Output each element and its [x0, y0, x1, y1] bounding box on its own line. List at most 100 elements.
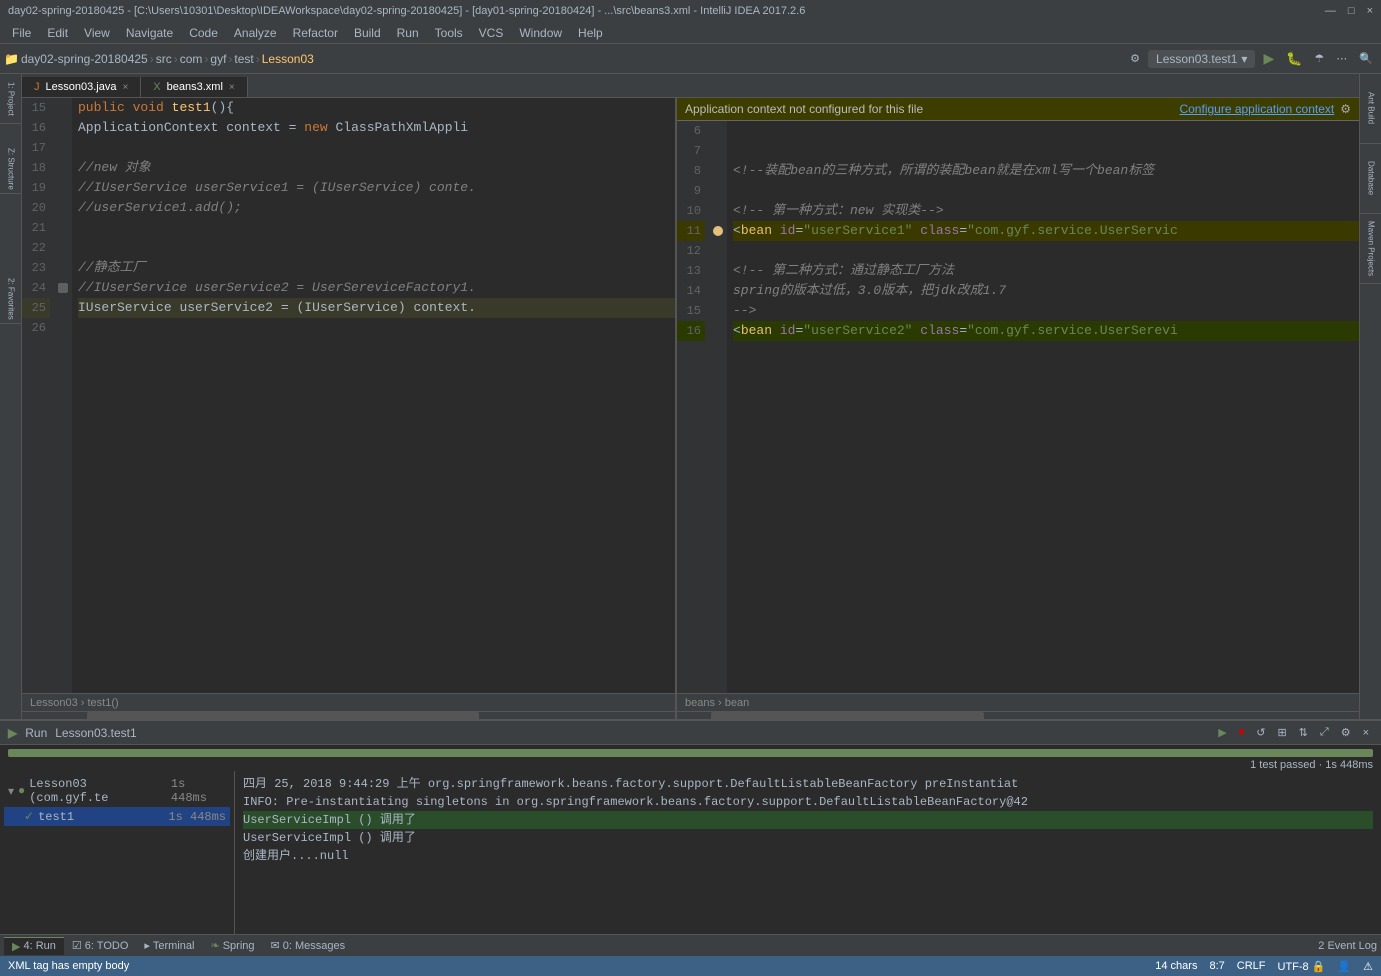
sidebar-tab-ant[interactable]: Ant Build — [1360, 74, 1381, 144]
settings-btn[interactable]: ⚙ — [1126, 50, 1144, 67]
menu-item-build[interactable]: Build — [346, 24, 389, 42]
bottom-bar: ▶ 4: Run ☑ 6: TODO ▸ Terminal ❧ Spring ✉… — [0, 934, 1381, 956]
tree-lesson03[interactable]: ▾ ● Lesson03 (com.gyf.te 1s 448ms — [4, 775, 230, 807]
minimize-btn[interactable]: — — [1325, 5, 1336, 17]
breadcrumb-lesson03[interactable]: Lesson03 — [262, 52, 314, 66]
menu-item-help[interactable]: Help — [570, 24, 611, 42]
run-expand-btn[interactable]: ⤢ — [1316, 724, 1333, 741]
xml-line-8: <!--装配bean的三种方式，所谓的装配bean就是在xml写一个bean标签 — [733, 161, 1359, 181]
java-status-bar: Lesson03 › test1() — [22, 693, 675, 711]
configure-link[interactable]: Configure application context — [1179, 102, 1334, 116]
title-bar: day02-spring-20180425 - [C:\Users\10301\… — [0, 0, 1381, 22]
tab-terminal[interactable]: ▸ Terminal — [136, 937, 202, 954]
menu-bar: FileEditViewNavigateCodeAnalyzeRefactorB… — [0, 22, 1381, 44]
xml-status-bar: beans › bean — [677, 693, 1359, 711]
menu-item-vcs[interactable]: VCS — [471, 24, 512, 42]
run-button[interactable]: ▶ — [1259, 48, 1278, 69]
run-stop-btn[interactable]: ⏹ — [1235, 724, 1249, 741]
sidebar-tab-project[interactable]: 1: Project — [0, 74, 22, 124]
xml-code-content[interactable]: <!--装配bean的三种方式，所谓的装配bean就是在xml写一个bean标签… — [727, 121, 1359, 693]
java-code-area[interactable]: 15 16 17 18 19 20 21 22 23 24 25 26 — [22, 98, 675, 693]
window-controls[interactable]: — □ × — [1325, 5, 1373, 17]
menu-item-code[interactable]: Code — [181, 24, 226, 42]
line-ending: CRLF — [1237, 960, 1266, 973]
status-left-text: XML tag has empty body — [8, 960, 129, 972]
more-run-btn[interactable]: ⋯ — [1332, 50, 1351, 67]
tree-test1-time: 1s 448ms — [168, 810, 226, 824]
run-settings-btn[interactable]: ⚙ — [1337, 724, 1355, 741]
menu-item-navigate[interactable]: Navigate — [118, 24, 181, 42]
run-output[interactable]: 四月 25, 2018 9:44:29 上午 org.springframewo… — [235, 771, 1381, 934]
sidebar-tab-structure[interactable]: Z: Structure — [0, 144, 22, 194]
xml-tab-icon: X — [153, 81, 160, 93]
menu-item-view[interactable]: View — [76, 24, 118, 42]
run-sort-btn[interactable]: ⇅ — [1295, 724, 1312, 741]
close-btn[interactable]: × — [1367, 5, 1373, 17]
xml-hscrollbar[interactable] — [677, 711, 1359, 719]
left-sidebar: 1: Project Z: Structure 2: Favorites — [0, 74, 22, 719]
menu-item-edit[interactable]: Edit — [39, 24, 76, 42]
xml-line-9 — [733, 181, 1359, 201]
status-right: 14 chars 8:7 CRLF UTF-8 🔒 👤 ⚠ — [1155, 960, 1373, 973]
menu-item-refactor[interactable]: Refactor — [285, 24, 346, 42]
run-header: ▶ Run Lesson03.test1 ▶ ⏹ ↺ ⊞ ⇅ ⤢ ⚙ × — [0, 721, 1381, 745]
sidebar-tab-maven[interactable]: Maven Projects — [1360, 214, 1381, 284]
run-tab-name[interactable]: Lesson03.test1 — [55, 726, 136, 740]
output-line-1: 四月 25, 2018 9:44:29 上午 org.springframewo… — [243, 775, 1373, 793]
editor-area: J Lesson03.java × X beans3.xml × 15 16 1… — [22, 74, 1359, 719]
xml-line-numbers: 6 7 8 9 10 11 12 13 14 15 16 — [677, 121, 709, 693]
breadcrumb-com[interactable]: com — [180, 52, 203, 66]
menu-item-tools[interactable]: Tools — [427, 24, 471, 42]
breadcrumb-src[interactable]: src — [156, 52, 172, 66]
breadcrumb-day02[interactable]: day02-spring-20180425 — [21, 52, 148, 66]
output-line-4: UserServiceImpl () 调用了 — [243, 829, 1373, 847]
breadcrumb-gyf[interactable]: gyf — [210, 52, 226, 66]
tab-todo[interactable]: ☑ 6: TODO — [64, 937, 136, 954]
debug-button[interactable]: 🐛 — [1282, 49, 1306, 69]
java-tab-label: Lesson03.java — [46, 81, 117, 93]
breadcrumb-test[interactable]: test — [234, 52, 253, 66]
sidebar-tab-database[interactable]: Database — [1360, 144, 1381, 214]
xml-tab[interactable]: X beans3.xml × — [141, 77, 247, 97]
java-tab[interactable]: J Lesson03.java × — [22, 77, 141, 97]
tree-test1[interactable]: ✓ test1 1s 448ms — [4, 807, 230, 826]
git-icon: 👤 — [1337, 960, 1351, 973]
run-close-btn[interactable]: × — [1359, 725, 1373, 741]
tree-lesson03-label: Lesson03 (com.gyf.te — [29, 777, 167, 805]
menu-item-analyze[interactable]: Analyze — [226, 24, 285, 42]
code-line-17 — [78, 138, 675, 158]
toolbar: 📁 day02-spring-20180425 › src › com › gy… — [0, 44, 1381, 74]
menu-item-run[interactable]: Run — [389, 24, 427, 42]
tab-messages[interactable]: ✉ 0: Messages — [263, 937, 354, 954]
xml-line-15: --> — [733, 301, 1359, 321]
xml-line-16: <bean id="userService2" class="com.gyf.s… — [733, 321, 1359, 341]
java-line-numbers: 15 16 17 18 19 20 21 22 23 24 25 26 — [22, 98, 54, 693]
search-everywhere-btn[interactable]: 🔍 — [1355, 50, 1377, 67]
xml-tab-close[interactable]: × — [229, 82, 235, 93]
status-bar: XML tag has empty body 14 chars 8:7 CRLF… — [0, 956, 1381, 976]
run-filter-btn[interactable]: ⊞ — [1273, 724, 1290, 741]
tree-test1-pass-icon: ✓ — [24, 809, 34, 824]
output-line-2: INFO: Pre-instantiating singletons in or… — [243, 793, 1373, 811]
java-code-content[interactable]: public void test1(){ ApplicationContext … — [72, 98, 675, 693]
sidebar-tab-favorites[interactable]: 2: Favorites — [0, 274, 22, 324]
xml-code-area[interactable]: 6 7 8 9 10 11 12 13 14 15 16 — [677, 121, 1359, 693]
menu-item-window[interactable]: Window — [511, 24, 570, 42]
java-hscrollbar[interactable] — [22, 711, 675, 719]
run-config-selector[interactable]: Lesson03.test1 ▾ — [1148, 50, 1255, 68]
event-log-btn[interactable]: 2 Event Log — [1318, 940, 1377, 952]
tab-run[interactable]: ▶ 4: Run — [4, 937, 64, 955]
xml-line-11: <bean id="userService1" class="com.gyf.s… — [733, 221, 1359, 241]
java-tab-close[interactable]: × — [122, 82, 128, 93]
run-rerun-btn[interactable]: ↺ — [1252, 724, 1269, 741]
breadcrumb-project[interactable]: 📁 — [4, 52, 19, 66]
code-line-22 — [78, 238, 675, 258]
breadcrumb: 📁 day02-spring-20180425 › src › com › gy… — [4, 52, 314, 66]
maximize-btn[interactable]: □ — [1348, 5, 1355, 17]
notification-gear-icon[interactable]: ⚙ — [1340, 102, 1351, 116]
run-play-btn[interactable]: ▶ — [1214, 724, 1230, 741]
tab-spring[interactable]: ❧ Spring — [202, 937, 262, 954]
coverage-button[interactable]: ☂ — [1310, 50, 1328, 67]
menu-item-file[interactable]: File — [4, 24, 39, 42]
tree-expand-icon: ▾ — [8, 784, 14, 799]
